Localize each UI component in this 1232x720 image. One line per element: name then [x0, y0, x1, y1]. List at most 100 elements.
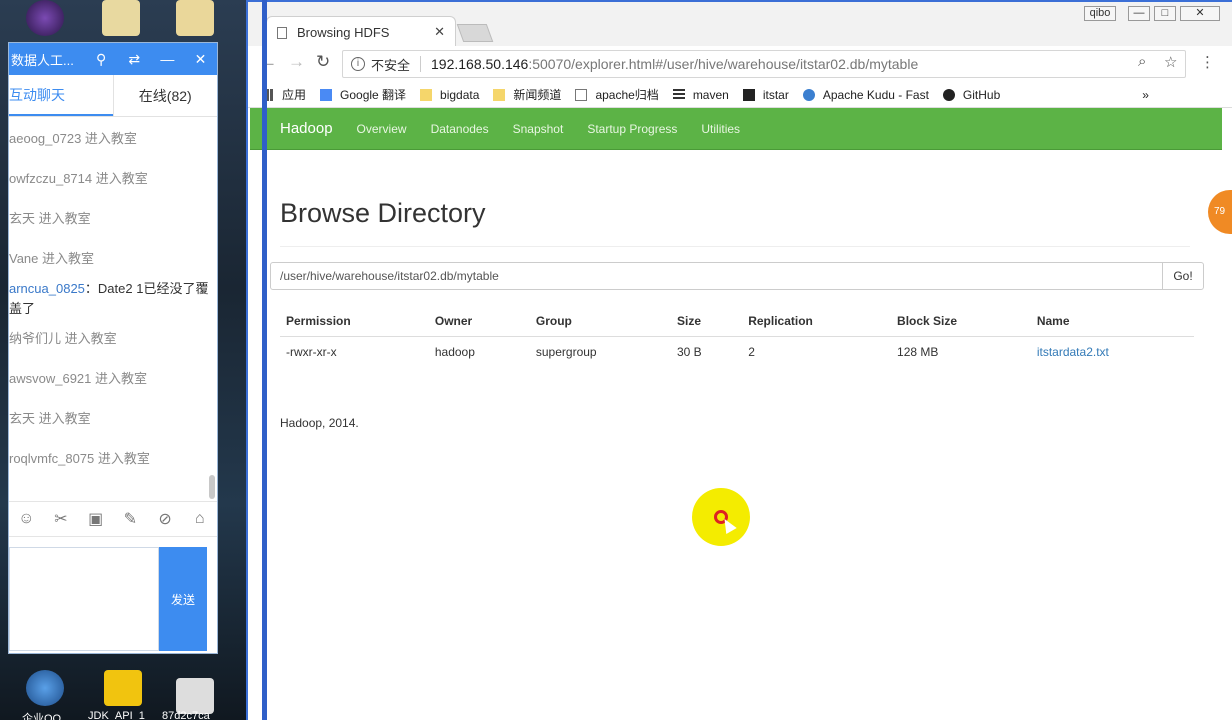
directory-input[interactable]: /user/hive/warehouse/itstar02.db/mytable — [270, 262, 1164, 290]
pin-icon[interactable]: ⚲ — [85, 51, 118, 68]
url-path: :50070/explorer.html#/user/hive/warehous… — [528, 56, 919, 72]
new-tab-button[interactable] — [456, 24, 494, 42]
folder-icon — [493, 88, 506, 101]
close-tab-icon[interactable]: ✕ — [434, 24, 445, 40]
chat-input[interactable] — [9, 547, 159, 651]
column-header[interactable]: Name — [1030, 306, 1194, 337]
bookmark-news[interactable]: 新闻频道 — [493, 86, 561, 103]
brand-link[interactable]: Hadoop — [280, 120, 333, 137]
url-host: 192.168.50.146 — [431, 56, 529, 72]
chat-message-list[interactable]: aeoog_0723 进入教室 owfzczu_8714 进入教室 玄天 进入教… — [9, 119, 209, 499]
nav-datanodes[interactable]: Datanodes — [431, 122, 489, 136]
block-icon[interactable]: ⊘ — [148, 509, 183, 529]
bookmarks-bar: 应用 Google 翻译 bigdata 新闻频道 apache归档 maven… — [248, 82, 1232, 108]
minimize-icon[interactable]: — — [1128, 6, 1150, 21]
bookmark-google-translate[interactable]: Google 翻译 — [320, 86, 406, 103]
column-header[interactable]: Group — [529, 306, 671, 337]
hadoop-navbar: Hadoop Overview Datanodes Snapshot Start… — [250, 108, 1222, 150]
tab-online[interactable]: 在线(82) — [112, 75, 218, 116]
reload-icon[interactable]: ↻ — [316, 52, 330, 72]
page-content: Hadoop Overview Datanodes Snapshot Start… — [250, 108, 1232, 720]
nav-startup-progress[interactable]: Startup Progress — [587, 122, 677, 136]
share-icon[interactable]: ⇄ — [118, 51, 151, 68]
qq-enterprise-icon[interactable] — [26, 670, 64, 706]
column-header[interactable]: Permission — [280, 306, 429, 337]
chat-panel: 数据人工... ⚲ ⇄ — ✕ 互动聊天 在线(82) aeoog_0723 进… — [8, 42, 218, 654]
eclipse-icon[interactable] — [26, 0, 64, 36]
emoji-icon[interactable]: ☺ — [9, 510, 44, 528]
scrollbar[interactable] — [209, 475, 215, 499]
list-item: Vane 进入教室 — [9, 251, 95, 266]
close-icon[interactable]: ✕ — [184, 51, 217, 68]
table-row: -rwxr-xr-x hadoop supergroup 30 B 2 128 … — [280, 337, 1194, 368]
star-icon[interactable]: ☆ — [1164, 53, 1177, 71]
bookmark-bigdata[interactable]: bigdata — [420, 88, 479, 102]
itstar-icon — [742, 88, 755, 101]
table-header-row: Permission Owner Group Size Replication … — [280, 306, 1194, 337]
send-button[interactable]: 发送 — [159, 547, 207, 651]
maximize-icon[interactable]: □ — [1154, 6, 1176, 21]
search-icon[interactable]: ⌕ — [1138, 53, 1146, 70]
tab-browsing-hdfs[interactable]: Browsing HDFS ✕ — [266, 16, 456, 48]
file-link[interactable]: itstardata2.txt — [1037, 345, 1109, 359]
cell-size: 30 B — [677, 345, 702, 359]
bookmark-itstar[interactable]: itstar — [742, 88, 789, 102]
info-icon[interactable]: i — [351, 57, 365, 71]
bookmark-apache-archive[interactable]: apache归档 — [575, 86, 659, 103]
taskbar-label: JDK_API_1 — [88, 710, 145, 720]
chat-user[interactable]: arncua_0825 — [9, 281, 85, 296]
menu-icon[interactable]: ⋮ — [1200, 53, 1215, 71]
browser-window: Browsing HDFS ✕ qibo — □ ✕ ← → ↻ i 不安全 1… — [246, 0, 1232, 720]
help-file-icon[interactable] — [104, 670, 142, 706]
folder-icon[interactable] — [176, 0, 214, 36]
cell-owner: hadoop — [434, 345, 475, 359]
tab-title: Browsing HDFS — [297, 25, 390, 40]
divider — [280, 246, 1190, 247]
nav-utilities[interactable]: Utilities — [701, 122, 740, 136]
taskbar-label: 企业QQ — [22, 713, 62, 720]
address-bar[interactable]: i 不安全 192.168.50.146:50070/explorer.html… — [342, 50, 1186, 78]
image-icon[interactable]: ▣ — [78, 509, 113, 529]
profile-badge[interactable]: qibo — [1084, 6, 1116, 21]
nav-snapshot[interactable]: Snapshot — [513, 122, 564, 136]
list-item: roqlvmfc_8075 进入教室 — [9, 451, 150, 466]
scissors-icon[interactable]: ✂ — [44, 509, 79, 529]
translate-icon — [320, 88, 333, 101]
forward-icon[interactable]: → — [288, 52, 305, 72]
browser-toolbar: ← → ↻ i 不安全 192.168.50.146:50070/explore… — [248, 46, 1232, 82]
column-header[interactable]: Owner — [428, 306, 530, 337]
kudu-icon — [802, 88, 815, 101]
folder-icon[interactable] — [102, 0, 140, 36]
side-float-badge[interactable]: 79 — [1208, 190, 1232, 234]
column-header[interactable]: Size — [671, 306, 743, 337]
cell-permission[interactable]: -rwxr-xr-x — [280, 337, 429, 368]
cell-replication: 2 — [748, 345, 755, 359]
list-item: awsvow_6921 进入教室 — [9, 371, 147, 386]
gift-icon[interactable]: ⌂ — [182, 510, 217, 528]
cell-group: supergroup — [535, 345, 597, 359]
bookmark-maven[interactable]: maven — [672, 88, 729, 102]
close-icon[interactable]: ✕ — [1180, 6, 1220, 21]
edit-icon[interactable]: ✎ — [113, 509, 148, 529]
page-title: Browse Directory — [280, 198, 486, 228]
document-icon[interactable] — [176, 678, 214, 714]
go-button[interactable]: Go! — [1162, 262, 1204, 290]
minimize-icon[interactable]: — — [151, 51, 184, 67]
column-header[interactable]: Replication — [742, 306, 892, 337]
list-item: 玄天 进入教室 — [9, 211, 91, 226]
column-header[interactable]: Block Size — [891, 306, 1031, 337]
bookmark-apps[interactable]: 应用 — [262, 86, 306, 103]
file-table: Permission Owner Group Size Replication … — [280, 306, 1194, 367]
chat-message: arncua_0825：Date2 1已经没了覆盖了 — [9, 279, 209, 319]
taskbar-label: 87d2c7ca — [162, 710, 210, 720]
tab-interactive-chat[interactable]: 互动聊天 — [9, 75, 113, 116]
nav-overview[interactable]: Overview — [357, 122, 407, 136]
list-item: 玄天 进入教室 — [9, 411, 91, 426]
page-icon — [575, 88, 588, 101]
bookmark-kudu[interactable]: Apache Kudu - Fast — [802, 88, 929, 102]
bookmark-github[interactable]: GitHub — [942, 88, 1000, 102]
divider — [420, 56, 422, 72]
folder-icon — [420, 88, 433, 101]
more-bookmarks-icon[interactable]: » — [1142, 88, 1149, 102]
github-icon — [942, 88, 955, 101]
